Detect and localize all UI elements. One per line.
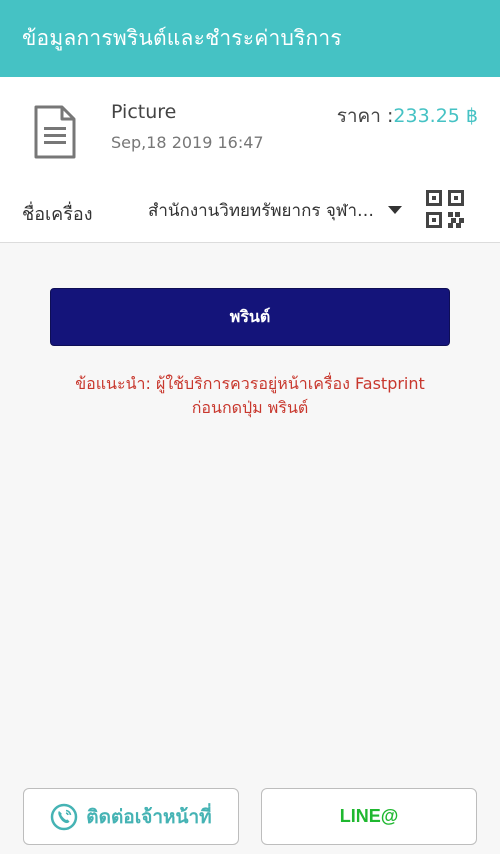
print-button[interactable]: พรินต์ [50,288,450,346]
line-label: LINE@ [339,806,399,826]
app-header: ข้อมูลการพรินต์และชำระค่าบริการ [0,0,500,77]
phone-icon [51,803,78,830]
print-info-panel: Picture Sep,18 2019 16:47 ราคา :233.25 ฿… [0,77,500,243]
tip-line-2: ก่อนกดปุ่ม พรินต์ [191,398,309,417]
tip-line-1: ข้อแนะนำ: ผู้ใช้บริการควรอยู่หน้าเครื่อง… [75,374,425,393]
line-button[interactable]: LINE@ [261,788,477,845]
file-name: Picture [111,101,177,123]
document-icon [34,105,76,159]
price-label: ราคา : [336,105,394,127]
qr-code-icon[interactable] [426,190,464,228]
app-screen: ข้อมูลการพรินต์และชำระค่าบริการ Picture … [0,0,500,854]
caret-down-icon [388,206,402,214]
page-title: ข้อมูลการพรินต์และชำระค่าบริการ [22,26,342,50]
file-date: Sep,18 2019 16:47 [111,133,264,152]
price: ราคา :233.25 ฿ [337,101,478,131]
contact-staff-button[interactable]: ติดต่อเจ้าหน้าที่ [23,788,239,845]
tip-text: ข้อแนะนำ: ผู้ใช้บริการควรอยู่หน้าเครื่อง… [30,372,470,420]
machine-label: ชื่อเครื่อง [22,204,93,225]
contact-staff-label: ติดต่อเจ้าหน้าที่ [86,805,212,828]
machine-dropdown[interactable]: สำนักงานวิทยทรัพยากร จุฬาลงกรณ์มหาวิทยาล… [148,195,403,225]
price-value: 233.25 ฿ [393,105,478,127]
machine-selected-value: สำนักงานวิทยทรัพยากร จุฬาลงกรณ์มหาวิทยาล… [148,200,376,221]
